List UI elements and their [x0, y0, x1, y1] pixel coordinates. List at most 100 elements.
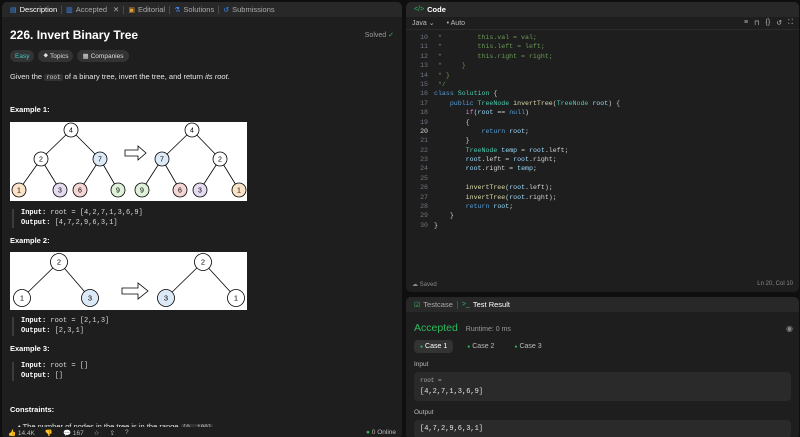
code-line[interactable]: 12 * this.right = right; — [406, 52, 799, 61]
tree-node: 9 — [116, 188, 120, 195]
constraints-heading: Constraints: — [10, 405, 55, 414]
like-button[interactable]: 👍 14.4K — [8, 429, 35, 437]
solved-status: Solved ✓ — [365, 31, 394, 39]
tree-diagram: 2 1 3 2 3 1 — [13, 253, 245, 307]
code-text: public TreeNode invertTree(TreeNode root… — [449, 99, 621, 107]
comments-button[interactable]: 💬 167 — [63, 429, 84, 437]
code-line[interactable]: 28 return root; — [406, 202, 799, 211]
help-icon[interactable]: ? — [125, 429, 129, 436]
chevron-down-icon: ⌄ — [428, 20, 435, 27]
line-number: 12 — [420, 52, 428, 60]
code-line[interactable]: 19 { — [406, 118, 799, 127]
output-value: [4,7,2,9,6,3,1] — [420, 425, 484, 433]
bookmark-icon[interactable]: ⊓ — [754, 19, 759, 27]
code-line[interactable]: 27 invertTree(root.right); — [406, 193, 799, 202]
code-line[interactable]: 22 TreeNode temp = root.left; — [406, 146, 799, 155]
tab-testcase[interactable]: ☑ Testcase — [410, 297, 457, 312]
output-label: Output — [414, 409, 434, 416]
cloud-icon: ☁ — [412, 282, 418, 288]
line-number: 22 — [420, 146, 428, 154]
like-count: 14.4K — [17, 429, 35, 437]
tab-test-result[interactable]: >_ Test Result — [458, 297, 514, 312]
auto-toggle[interactable]: • Auto — [447, 20, 465, 27]
example-3-heading: Example 3: — [10, 344, 50, 353]
tab-solutions[interactable]: ⚗ Solutions — [170, 2, 218, 17]
share-icon[interactable]: ⇪ — [110, 429, 115, 437]
code-line[interactable]: 10 * this.val = val; — [406, 33, 799, 42]
example-3-io: Input: root = [] Output: [] — [12, 362, 88, 381]
tab-description[interactable]: ▤ Description — [6, 2, 61, 17]
tree-node: 4 — [190, 128, 194, 135]
code-line[interactable]: 20 return root; — [406, 127, 799, 136]
code-line[interactable]: 26 invertTree(root.left); — [406, 183, 799, 192]
tab-editorial[interactable]: ▣ Editorial — [124, 2, 169, 17]
dot-icon: ● — [514, 344, 518, 350]
eye-icon[interactable]: ◉ — [786, 324, 793, 333]
example-input: root = [4,2,7,1,3,6,9] — [46, 209, 143, 217]
code-panel: </> Code Java ⌄ • Auto ≡ ⊓ {} ↺ ⛶ 10 * t… — [406, 2, 799, 292]
code-text: * this.val = val; — [434, 34, 537, 41]
code-line[interactable]: 16 class Solution { — [406, 89, 799, 98]
notes-icon[interactable]: ≡ — [744, 19, 748, 27]
companies-chip[interactable]: ▦ Companies — [77, 50, 129, 62]
code-editor[interactable]: 10 * this.val = val; 11 * this.left = lef… — [406, 33, 799, 230]
arrow-right-icon — [121, 282, 149, 300]
input-label: Input: — [21, 209, 47, 217]
problem-title[interactable]: 226. Invert Binary Tree — [10, 28, 394, 42]
close-icon[interactable]: ✕ — [113, 5, 119, 14]
language-select[interactable]: Java ⌄ — [412, 19, 435, 27]
line-number: 16 — [420, 90, 428, 98]
tab-code-label: Code — [427, 5, 446, 14]
code-line[interactable]: 13 * } — [406, 61, 799, 70]
output-label: Output: — [21, 371, 51, 380]
input-label: Input: — [21, 317, 47, 325]
example-output: [] — [50, 371, 64, 380]
code-line[interactable]: 17 public TreeNode invertTree(TreeNode r… — [406, 99, 799, 108]
code-line[interactable]: 21 } — [406, 136, 799, 145]
code-line[interactable]: 18 if(root == null) — [406, 108, 799, 117]
tree-diagram: 4 2 7 1 3 6 9 4 7 2 9 6 3 1 — [11, 122, 247, 198]
comment-count: 167 — [72, 429, 84, 437]
tab-editorial-label: Editorial — [137, 5, 166, 14]
code-line[interactable]: 14 * } — [406, 71, 799, 80]
code-line[interactable]: 25 — [406, 174, 799, 183]
tag-icon: ⬥ — [43, 52, 49, 59]
fullscreen-icon[interactable]: ⛶ — [788, 19, 793, 27]
code-line[interactable]: 29 } — [406, 211, 799, 220]
code-line[interactable]: 11 * this.left = left; — [406, 42, 799, 51]
tree-node: 3 — [88, 294, 92, 303]
code-text: * this.right = right; — [434, 52, 553, 60]
code-line[interactable]: 30} — [406, 221, 799, 230]
code-text: { — [434, 118, 470, 126]
inline-code: root — [44, 74, 63, 81]
output-box: [4,7,2,9,6,3,1] — [414, 420, 791, 437]
tab-submissions[interactable]: ↺ Submissions — [219, 2, 278, 17]
code-line[interactable]: 15 */ — [406, 80, 799, 89]
terminal-icon: >_ — [461, 301, 470, 308]
tab-accepted[interactable]: ▥ Accepted ✕ — [62, 2, 123, 17]
statement-text: . — [227, 72, 230, 81]
line-number: 25 — [420, 174, 428, 182]
code-text: class Solution { — [434, 90, 498, 98]
code-line[interactable]: 23 root.left = root.right; — [406, 155, 799, 164]
editor-status: ☁ Saved Ln 20, Col 10 — [412, 281, 793, 288]
code-text: } — [434, 221, 438, 229]
reset-icon[interactable]: ↺ — [776, 19, 782, 27]
star-icon[interactable]: ☆ — [94, 429, 100, 437]
case-tab-1[interactable]: ● Case 1 — [414, 340, 454, 353]
variable-value: [4,2,7,1,3,6,9] — [420, 388, 484, 396]
topics-chip[interactable]: ⬥ Topics — [38, 50, 74, 62]
code-text: */ — [434, 80, 446, 88]
example-1-io: Input: root = [4,2,7,1,3,6,9] Output: [4… — [12, 209, 143, 228]
case-tab-3[interactable]: ● Case 3 — [508, 340, 547, 353]
thumbs-down-icon[interactable]: 👎 — [45, 429, 53, 437]
tab-code[interactable]: </> Code — [410, 2, 450, 17]
example-2-image: 2 1 3 2 3 1 — [10, 252, 247, 310]
code-line[interactable]: 24 root.right = temp; — [406, 164, 799, 173]
case-tab-2[interactable]: ● Case 2 — [461, 340, 500, 353]
tab-accepted-label: Accepted — [75, 5, 108, 14]
braces-icon[interactable]: {} — [766, 19, 771, 27]
variable-name: root = — [420, 377, 442, 384]
code-tabbar: </> Code — [406, 2, 799, 17]
